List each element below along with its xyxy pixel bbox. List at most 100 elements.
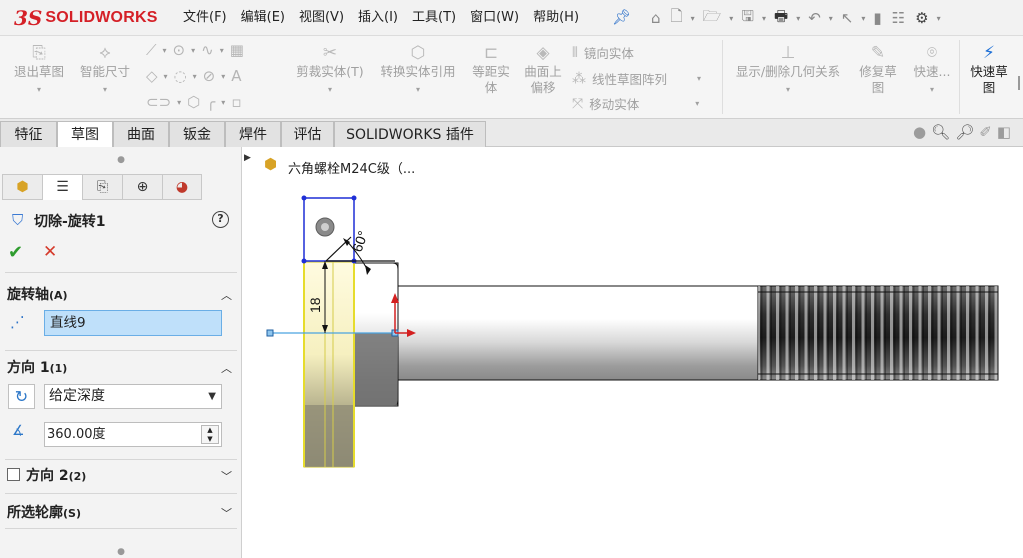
chevron-down-icon[interactable]: ▾ (828, 14, 834, 23)
panel-grip[interactable]: ● (0, 147, 242, 173)
chevron-down-icon[interactable]: ▾ (936, 14, 942, 23)
tab-evaluate[interactable]: 评估 (281, 121, 334, 147)
file-properties-icon[interactable]: ☷ (889, 9, 908, 27)
smart-dimension-button[interactable]: ⟡ 智能尺寸 ▾ (74, 42, 136, 98)
chevron-down-icon[interactable]: ▾ (221, 72, 225, 81)
home-icon[interactable]: ⌂ (648, 9, 664, 27)
bolt-threads[interactable] (757, 285, 999, 381)
repair-sketch-button[interactable]: ✎ 修复草 图 (852, 42, 904, 96)
linear-pattern-button[interactable]: ⁂ 线性草图阵列 ▾ (572, 69, 701, 88)
solidworks-logo[interactable]: 3S SOLIDWORKS (14, 6, 158, 30)
circle-icon[interactable]: ⊙ (173, 41, 186, 59)
chevron-up-icon[interactable]: ︿ (221, 287, 232, 303)
chevron-down-icon[interactable]: ▾ (221, 98, 225, 107)
mirror-entities-button[interactable]: ⫴ 镜向实体 (572, 43, 634, 62)
menu-tools[interactable]: 工具(T) (405, 0, 463, 36)
feature-manager-tab[interactable]: ⬢ (2, 174, 42, 200)
options-gear-icon[interactable]: ⚙ (912, 9, 931, 27)
tab-weldments[interactable]: 焊件 (225, 121, 281, 147)
text-icon[interactable]: A (231, 67, 241, 85)
line-icon[interactable]: ⟋ (146, 41, 157, 59)
exit-sketch-button[interactable]: ⎘ 退出草图 ▾ (6, 42, 72, 98)
chevron-down-icon[interactable]: ▾ (191, 46, 195, 55)
select-pointer-icon[interactable]: ↖ (838, 9, 857, 27)
slot-icon[interactable]: ⊂⊃ (146, 93, 171, 111)
move-entities-button[interactable]: ⤧ 移动实体 ▾ (572, 94, 699, 113)
sketch-profile[interactable] (301, 195, 396, 264)
ellipse-icon[interactable]: ⊘ (203, 67, 216, 85)
direction2-checkbox[interactable] (7, 468, 20, 481)
bolt-head[interactable] (303, 261, 355, 468)
direction1-section-header[interactable]: 方向 1(1) (7, 357, 67, 377)
offset-on-surface-button[interactable]: ◈ 曲面上 偏移 (518, 42, 568, 96)
convert-entities-button[interactable]: ⬡ 转换实体引用 ▾ (372, 42, 464, 98)
reverse-direction-button[interactable]: ↻ (8, 384, 35, 409)
chevron-down-icon[interactable]: ▾ (220, 46, 224, 55)
menu-insert[interactable]: 插入(I) (351, 0, 405, 36)
configuration-manager-tab[interactable]: ⎘ (82, 174, 122, 200)
display-relations-button[interactable]: ⊥ 显示/删除几何关系 ▾ (726, 42, 850, 98)
trim-entities-button[interactable]: ✂ 剪裁实体(T) ▾ (292, 42, 368, 98)
print-icon[interactable]: 🖶︎ (771, 6, 791, 31)
previous-view-icon[interactable]: ✐ (979, 123, 992, 141)
offset-entities-button[interactable]: ⊏ 等距实 体 (466, 42, 516, 96)
display-manager-tab[interactable]: ◕ (162, 174, 202, 200)
chevron-down-icon[interactable]: ▾ (163, 46, 167, 55)
axis-section-header[interactable]: 旋转轴(A) (7, 284, 68, 304)
rapid-sketch-button[interactable]: ⚡ 快速草 图 (962, 42, 1016, 96)
chevron-down-icon[interactable]: ﹀ (221, 505, 232, 521)
arc-icon[interactable]: ◌ (174, 67, 187, 85)
axis-selection-field[interactable]: 直线9 (44, 310, 222, 336)
property-manager-tab[interactable]: ☰ (42, 174, 82, 200)
bolt-shaft[interactable] (335, 262, 761, 407)
chevron-down-icon[interactable]: ﹀ (221, 468, 232, 484)
chevron-down-icon[interactable]: ▾ (761, 14, 767, 23)
grid-icon[interactable]: ▦ (230, 41, 244, 59)
ribbon-overflow-handle[interactable] (1018, 76, 1020, 90)
chevron-down-icon[interactable]: ▾ (860, 14, 866, 23)
dimxpert-tab[interactable]: ⊕ (122, 174, 162, 200)
chevron-down-icon[interactable]: ▾ (164, 72, 168, 81)
corner-rectangle-icon[interactable]: ◇ (146, 67, 158, 85)
new-document-icon[interactable]: 🗋︎ (668, 6, 686, 31)
panel-grip-bottom[interactable]: ● (0, 547, 242, 557)
angle-input[interactable]: 360.00度 ▲ ▼ (44, 422, 222, 447)
tab-solidworks-addins[interactable]: SOLIDWORKS 插件 (334, 121, 486, 147)
tab-surfaces[interactable]: 曲面 (113, 121, 169, 147)
spline-icon[interactable]: ∿ (201, 41, 214, 59)
rebuild-icon[interactable]: ▮ (870, 9, 884, 27)
cancel-button[interactable]: ✕ (43, 242, 57, 262)
direction2-section-header[interactable]: 方向 2(2) (26, 465, 86, 485)
chevron-down-icon[interactable]: ▾ (690, 14, 696, 23)
chevron-down-icon[interactable]: ▾ (795, 14, 801, 23)
undo-icon[interactable]: ↶ (805, 9, 824, 27)
selected-contours-section-header[interactable]: 所选轮廓(S) (7, 502, 81, 522)
chevron-up-icon[interactable]: ︿ (221, 360, 232, 376)
chevron-down-icon[interactable]: ▾ (193, 72, 197, 81)
menu-view[interactable]: 视图(V) (292, 0, 351, 36)
model-view[interactable]: 18 60° (243, 147, 1023, 558)
save-icon[interactable]: 🖫︎ (738, 6, 757, 31)
menu-file[interactable]: 文件(F) (176, 0, 234, 36)
point-icon[interactable]: ▫ (231, 93, 241, 111)
menu-help[interactable]: 帮助(H) (526, 0, 586, 36)
chevron-down-icon[interactable]: ▾ (177, 98, 181, 107)
tab-sheet-metal[interactable]: 钣金 (169, 121, 225, 147)
pin-icon[interactable]: 📌︎ (612, 8, 631, 26)
polygon-icon[interactable]: ⬡ (187, 93, 200, 111)
section-view-icon[interactable]: ◧ (997, 123, 1011, 141)
end-condition-select[interactable]: 给定深度 ▼ (44, 384, 222, 409)
chevron-down-icon[interactable]: ▾ (697, 74, 701, 83)
chevron-down-icon[interactable]: ▾ (728, 14, 734, 23)
angle-spinner[interactable]: ▲ ▼ (201, 425, 219, 444)
menu-edit[interactable]: 编辑(E) (234, 0, 292, 36)
tab-features[interactable]: 特征 (0, 121, 57, 147)
help-icon[interactable]: ? (212, 211, 229, 228)
open-folder-icon[interactable]: 🗁︎ (700, 6, 725, 31)
ok-button[interactable]: ✔ (8, 242, 23, 263)
fillet-icon[interactable]: ╭ (206, 93, 215, 111)
quick-snaps-button[interactable]: ⌾ 快速... ▾ (908, 42, 956, 98)
zoom-to-fit-icon[interactable]: 🔍︎ (931, 123, 950, 141)
zoom-area-icon[interactable]: 🔎︎ (955, 123, 974, 141)
tab-sketch[interactable]: 草图 (57, 121, 113, 148)
